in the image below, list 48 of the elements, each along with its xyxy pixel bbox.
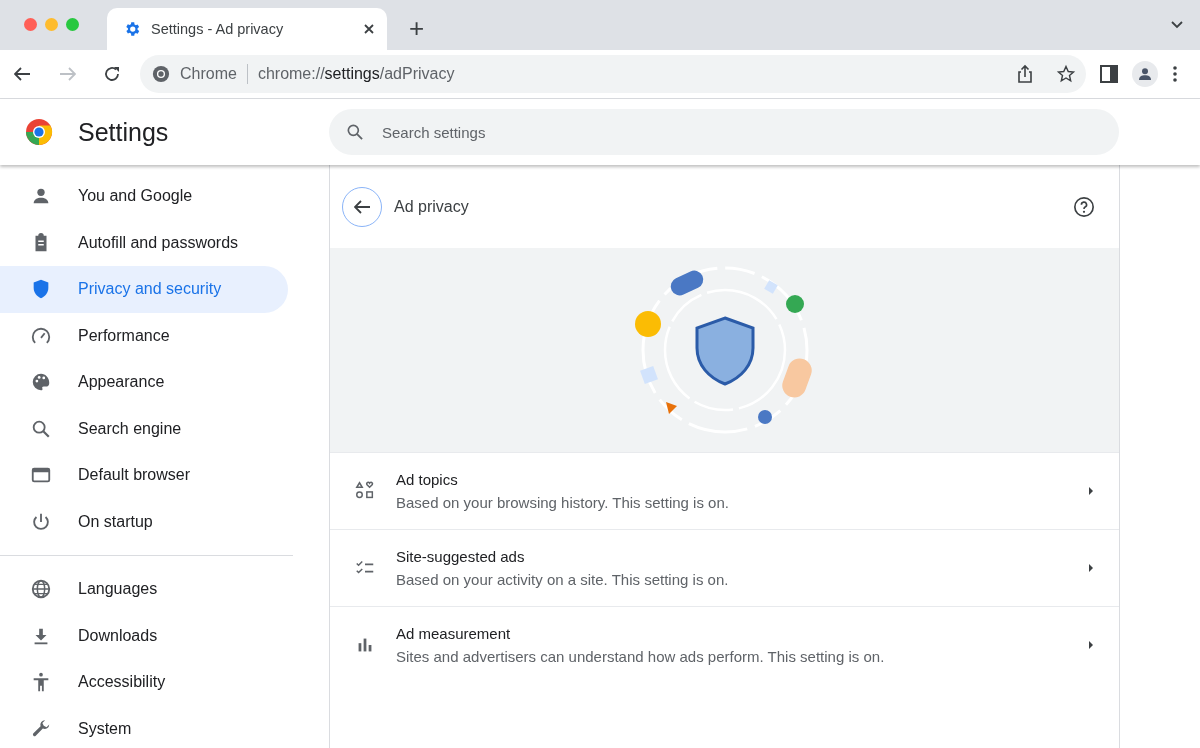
address-bar[interactable]: Chrome chrome://settings/adPrivacy xyxy=(140,55,1086,93)
sidebar-item[interactable]: You and Google xyxy=(0,173,288,220)
close-icon[interactable] xyxy=(363,23,375,35)
chrome-logo-icon xyxy=(152,65,170,83)
page-title: Ad privacy xyxy=(394,197,470,216)
profile-avatar[interactable] xyxy=(1132,61,1158,87)
globe-icon xyxy=(30,578,52,601)
url-text: chrome://settings/adPrivacy xyxy=(257,65,456,83)
row-description: Sites and advertisers can understand how ads perform. This setting is on. xyxy=(396,648,886,665)
sidebar-item[interactable]: On startup xyxy=(0,498,288,545)
new-tab-button[interactable]: + xyxy=(405,13,429,44)
back-icon xyxy=(353,199,371,214)
search-field[interactable]: Search settings xyxy=(329,109,1119,155)
back-button[interactable] xyxy=(342,186,382,227)
star-icon[interactable] xyxy=(1056,64,1076,84)
browser-tab[interactable]: Settings - Ad privacy xyxy=(107,8,387,50)
settings-row[interactable]: Ad topics Based on your browsing history. This setting is on. xyxy=(330,452,1119,529)
sidebar-item[interactable]: Autofill and passwords xyxy=(0,219,288,266)
sidebar-item[interactable]: Privacy and security xyxy=(0,266,288,313)
sidebar-item[interactable]: Performance xyxy=(0,312,288,359)
chrome-logo-icon xyxy=(25,118,53,146)
sidebar-item[interactable]: System xyxy=(0,705,288,748)
sidebar-item[interactable]: Accessibility xyxy=(0,659,288,706)
chevron-right-icon xyxy=(1087,486,1095,496)
chevron-right-icon xyxy=(1087,640,1095,650)
reload-icon[interactable] xyxy=(104,66,120,82)
row-description: Based on your activity on a site. This setting is on. xyxy=(396,571,730,588)
row-title: Site-suggested ads xyxy=(396,548,526,565)
site-label: Chrome xyxy=(180,65,237,83)
row-title: Ad measurement xyxy=(396,625,512,642)
side-panel-icon[interactable] xyxy=(1100,65,1118,83)
settings-row[interactable]: Ad measurement Sites and advertisers can understand how ads perform. This setting is on. xyxy=(330,606,1119,683)
search-icon xyxy=(345,122,365,142)
sidebar-item[interactable]: Default browser xyxy=(0,452,288,499)
sidebar-item[interactable]: Appearance xyxy=(0,359,288,406)
back-icon[interactable] xyxy=(14,67,31,81)
row-description: Based on your browsing history. This setting is on. xyxy=(396,494,730,511)
chevron-right-icon xyxy=(1087,563,1095,573)
settings-title: Settings xyxy=(78,117,170,147)
more-menu-icon[interactable] xyxy=(1172,65,1178,83)
help-icon[interactable] xyxy=(1073,195,1095,218)
sidebar-item[interactable]: Search engine xyxy=(0,405,288,452)
settings-row[interactable]: Site-suggested ads Based on your activity on a site. This setting is on. xyxy=(330,529,1119,606)
share-icon[interactable] xyxy=(1016,64,1034,84)
sidebar-item[interactable]: Languages xyxy=(0,566,288,613)
sidebar-item[interactable]: Downloads xyxy=(0,612,288,659)
chevron-down-icon[interactable] xyxy=(1170,20,1184,30)
row-title: Ad topics xyxy=(396,471,459,488)
